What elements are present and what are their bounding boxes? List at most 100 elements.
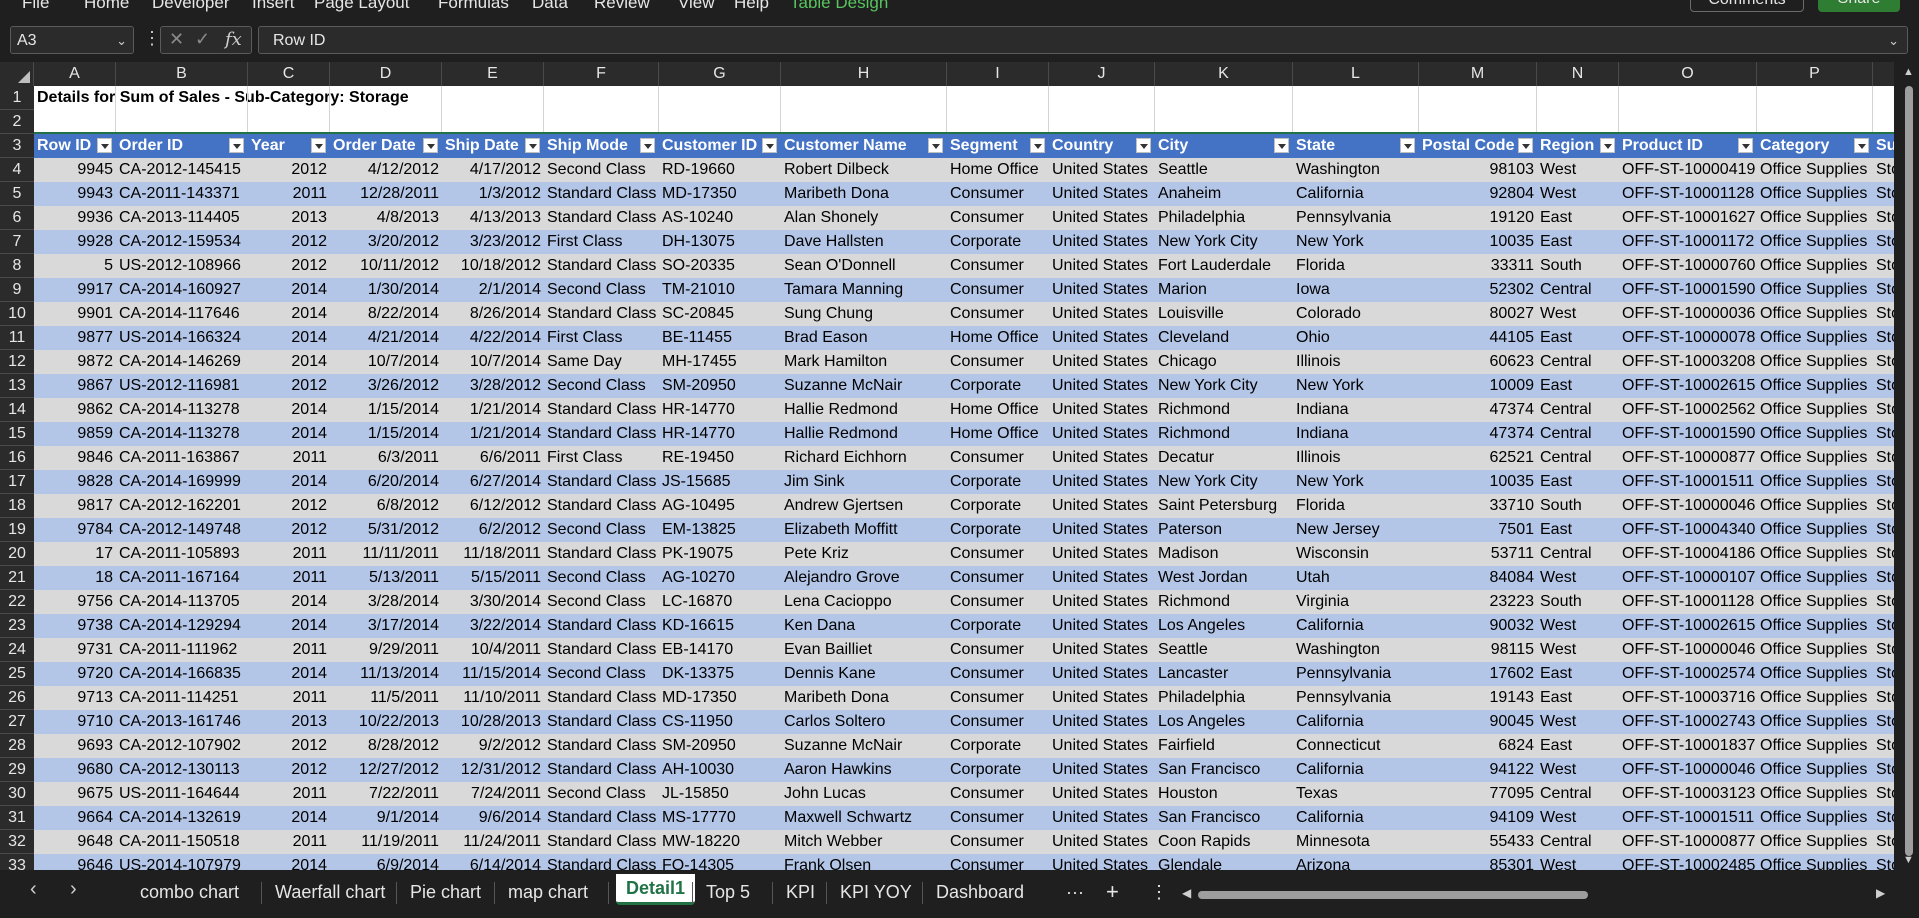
table-cell[interactable]: 18 [34, 566, 116, 590]
table-cell[interactable]: 2012 [248, 158, 330, 182]
table-cell[interactable]: CS-11950 [659, 710, 781, 734]
table-cell[interactable]: Consumer [947, 590, 1049, 614]
more-sheets-button[interactable]: ··· [1066, 878, 1084, 906]
table-cell[interactable]: Ohio [1293, 326, 1419, 350]
table-cell[interactable]: CA-2013-161746 [116, 710, 248, 734]
table-cell[interactable]: Office Supplies [1757, 278, 1873, 302]
scroll-up-icon[interactable]: ▲ [1903, 66, 1914, 78]
ribbon-tab-home[interactable]: Home [84, 0, 129, 13]
add-sheet-button[interactable]: + [1106, 878, 1119, 906]
table-cell[interactable]: CA-2012-107902 [116, 734, 248, 758]
table-cell[interactable]: United States [1049, 830, 1155, 854]
table-cell[interactable]: 10/4/2011 [442, 638, 544, 662]
table-cell[interactable]: HR-14770 [659, 398, 781, 422]
table-cell[interactable]: Paterson [1155, 518, 1293, 542]
table-cell[interactable]: Sto [1873, 278, 1894, 302]
table-cell[interactable]: 10/7/2014 [442, 350, 544, 374]
table-cell[interactable]: Chicago [1155, 350, 1293, 374]
table-cell[interactable]: OFF-ST-10000107 [1619, 566, 1757, 590]
table-cell[interactable]: East [1537, 230, 1619, 254]
table-cell[interactable]: 9817 [34, 494, 116, 518]
table-cell[interactable]: US-2012-116981 [116, 374, 248, 398]
table-cell[interactable]: Tamara Manning [781, 278, 947, 302]
row-header-21[interactable]: 21 [0, 566, 34, 590]
table-cell[interactable]: 9648 [34, 830, 116, 854]
table-cell[interactable]: 2014 [248, 302, 330, 326]
table-cell[interactable]: MD-17350 [659, 686, 781, 710]
table-cell[interactable]: 2013 [248, 206, 330, 230]
table-cell[interactable]: OFF-ST-10004186 [1619, 542, 1757, 566]
row-header-30[interactable]: 30 [0, 782, 34, 806]
table-cell[interactable]: 2011 [248, 782, 330, 806]
table-cell[interactable]: CA-2012-145415 [116, 158, 248, 182]
table-cell[interactable]: Central [1537, 782, 1619, 806]
ribbon-tab-insert[interactable]: Insert [252, 0, 295, 13]
table-cell[interactable]: United States [1049, 254, 1155, 278]
cell-area[interactable]: Details for Sum of Sales - Sub-Category:… [34, 86, 1894, 870]
table-cell[interactable]: 9731 [34, 638, 116, 662]
table-cell[interactable]: Houston [1155, 782, 1293, 806]
row-header-20[interactable]: 20 [0, 542, 34, 566]
table-cell[interactable]: 84084 [1419, 566, 1537, 590]
table-cell[interactable]: US-2011-164644 [116, 782, 248, 806]
table-cell[interactable]: Sto [1873, 710, 1894, 734]
table-cell[interactable]: 2/1/2014 [442, 278, 544, 302]
table-cell[interactable]: Virginia [1293, 590, 1419, 614]
table-cell[interactable]: United States [1049, 422, 1155, 446]
row-header-18[interactable]: 18 [0, 494, 34, 518]
table-cell[interactable]: San Francisco [1155, 806, 1293, 830]
table-cell[interactable]: Standard Class [544, 398, 659, 422]
table-cell[interactable]: 9867 [34, 374, 116, 398]
table-header-cell[interactable]: Customer Name [781, 134, 947, 158]
table-cell[interactable]: Corporate [947, 518, 1049, 542]
table-cell[interactable]: Maxwell Schwartz [781, 806, 947, 830]
table-cell[interactable]: 2012 [248, 734, 330, 758]
table-cell[interactable]: 1/21/2014 [442, 422, 544, 446]
table-cell[interactable]: CA-2014-129294 [116, 614, 248, 638]
table-cell[interactable]: 11/10/2011 [442, 686, 544, 710]
row-header-15[interactable]: 15 [0, 422, 34, 446]
table-cell[interactable]: East [1537, 326, 1619, 350]
table-cell[interactable]: Coon Rapids [1155, 830, 1293, 854]
table-cell[interactable]: Corporate [947, 374, 1049, 398]
table-cell[interactable]: CA-2014-169999 [116, 470, 248, 494]
table-cell[interactable]: United States [1049, 782, 1155, 806]
table-cell[interactable]: Sto [1873, 254, 1894, 278]
table-cell[interactable]: 4/13/2013 [442, 206, 544, 230]
table-cell[interactable]: Cleveland [1155, 326, 1293, 350]
table-cell[interactable]: Office Supplies [1757, 590, 1873, 614]
row-header-23[interactable]: 23 [0, 614, 34, 638]
sheet-tab-pie-chart[interactable]: Pie chart [410, 878, 481, 906]
table-cell[interactable]: Office Supplies [1757, 302, 1873, 326]
row-header-16[interactable]: 16 [0, 446, 34, 470]
table-cell[interactable]: Arizona [1293, 854, 1419, 870]
table-cell[interactable]: United States [1049, 494, 1155, 518]
table-cell[interactable]: West [1537, 806, 1619, 830]
row-header-25[interactable]: 25 [0, 662, 34, 686]
table-cell[interactable]: United States [1049, 470, 1155, 494]
table-cell[interactable]: 10/28/2013 [442, 710, 544, 734]
table-cell[interactable]: Sto [1873, 158, 1894, 182]
table-cell[interactable]: 2014 [248, 278, 330, 302]
table-cell[interactable]: 3/28/2012 [442, 374, 544, 398]
table-cell[interactable]: Standard Class [544, 854, 659, 870]
table-cell[interactable]: Decatur [1155, 446, 1293, 470]
filter-dropdown-icon[interactable] [525, 138, 540, 153]
table-cell[interactable]: CA-2014-113705 [116, 590, 248, 614]
table-cell[interactable]: 2011 [248, 446, 330, 470]
table-cell[interactable]: 3/22/2014 [442, 614, 544, 638]
table-cell[interactable]: 9738 [34, 614, 116, 638]
table-cell[interactable]: OFF-ST-10001627 [1619, 206, 1757, 230]
table-cell[interactable]: San Francisco [1155, 758, 1293, 782]
table-cell[interactable]: Standard Class [544, 686, 659, 710]
sheet-tab-kpi[interactable]: KPI [786, 878, 815, 906]
table-cell[interactable]: 10/7/2014 [330, 350, 442, 374]
table-cell[interactable]: 90032 [1419, 614, 1537, 638]
table-cell[interactable]: Louisville [1155, 302, 1293, 326]
table-cell[interactable]: 98103 [1419, 158, 1537, 182]
share-button[interactable]: Share [1818, 0, 1900, 12]
table-cell[interactable]: United States [1049, 662, 1155, 686]
table-cell[interactable]: Sto [1873, 446, 1894, 470]
table-cell[interactable]: Sto [1873, 854, 1894, 870]
table-cell[interactable]: OFF-ST-10003123 [1619, 782, 1757, 806]
